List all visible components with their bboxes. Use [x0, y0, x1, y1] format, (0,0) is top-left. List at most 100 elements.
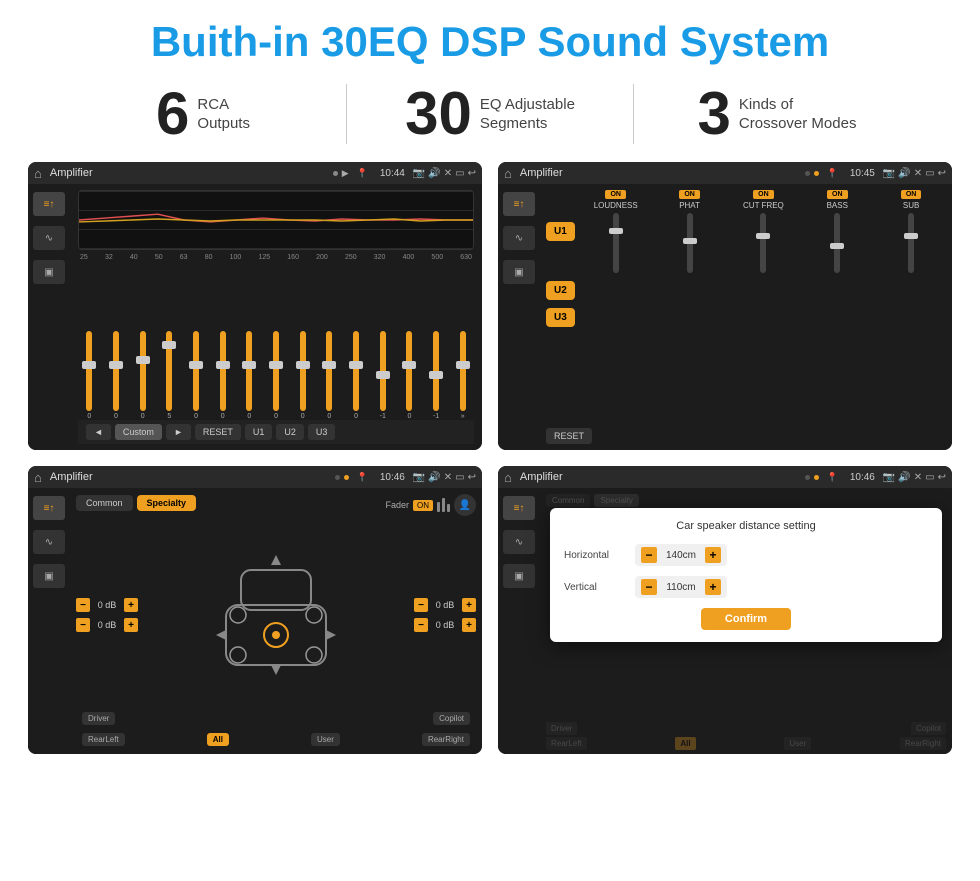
eq-icon-2[interactable]: ≡↑	[503, 192, 535, 216]
on-badge-bass[interactable]: ON	[827, 190, 848, 199]
slider-track[interactable]	[220, 331, 226, 411]
eq-icon[interactable]: ≡↑	[33, 192, 65, 216]
plus-btn-bl[interactable]: +	[124, 618, 138, 632]
slider-track[interactable]	[86, 331, 92, 411]
custom-button[interactable]: Custom	[115, 424, 162, 440]
bass-thumb[interactable]	[830, 243, 844, 249]
slider-thumb[interactable]	[82, 361, 96, 369]
back-icon-1[interactable]: ↩	[468, 168, 476, 179]
driver-btn[interactable]: Driver	[82, 712, 115, 725]
horizontal-plus[interactable]: +	[705, 547, 721, 563]
sub-thumb[interactable]	[904, 233, 918, 239]
slider-track[interactable]	[193, 331, 199, 411]
u2-button[interactable]: U2	[276, 424, 304, 440]
slider-track[interactable]	[166, 331, 172, 411]
reset-btn-2[interactable]: RESET	[546, 428, 592, 444]
u2-btn[interactable]: U2	[546, 281, 575, 300]
slider-thumb[interactable]	[376, 371, 390, 379]
screen2-sidebar: ≡↑ ∿ ▣	[498, 184, 540, 450]
on-badge-cutfreq[interactable]: ON	[753, 190, 774, 199]
wave-icon-3[interactable]: ∿	[33, 530, 65, 554]
home-icon-3[interactable]: ⌂	[34, 470, 42, 485]
loudness-thumb[interactable]	[609, 228, 623, 234]
all-btn[interactable]: All	[207, 733, 229, 746]
home-icon-4[interactable]: ⌂	[504, 470, 512, 485]
u1-button[interactable]: U1	[245, 424, 273, 440]
confirm-button[interactable]: Confirm	[701, 608, 791, 630]
speaker-icon[interactable]: ▣	[33, 260, 65, 284]
cutfreq-slider[interactable]	[760, 213, 766, 273]
slider-thumb[interactable]	[296, 361, 310, 369]
speaker-icon-3[interactable]: ▣	[33, 564, 65, 588]
slider-track[interactable]	[353, 331, 359, 411]
slider-thumb[interactable]	[109, 361, 123, 369]
slider-thumb[interactable]	[216, 361, 230, 369]
camera-icon-3: 📷	[413, 472, 425, 483]
vertical-minus[interactable]: −	[641, 579, 657, 595]
slider-track[interactable]	[273, 331, 279, 411]
slider-thumb[interactable]	[269, 361, 283, 369]
slider-thumb[interactable]	[322, 361, 336, 369]
back-icon-3[interactable]: ↩	[468, 472, 476, 483]
eq-icon-3[interactable]: ≡↑	[33, 496, 65, 520]
plus-btn-tl[interactable]: +	[124, 598, 138, 612]
next-button[interactable]: ►	[166, 424, 191, 440]
slider-thumb[interactable]	[349, 361, 363, 369]
fader-on[interactable]: ON	[413, 500, 433, 511]
minus-btn-br[interactable]: −	[414, 618, 428, 632]
slider-thumb[interactable]	[242, 361, 256, 369]
reset-button[interactable]: RESET	[195, 424, 241, 440]
user-btn[interactable]: User	[311, 733, 340, 746]
rearleft-btn[interactable]: RearLeft	[82, 733, 125, 746]
tab-specialty-3[interactable]: Specialty	[137, 495, 197, 511]
wave-icon[interactable]: ∿	[33, 226, 65, 250]
slider-thumb[interactable]	[189, 361, 203, 369]
sub-slider[interactable]	[908, 213, 914, 273]
wave-icon-4[interactable]: ∿	[503, 530, 535, 554]
home-icon-2[interactable]: ⌂	[504, 166, 512, 181]
u1-btn[interactable]: U1	[546, 222, 575, 241]
slider-track[interactable]	[326, 331, 332, 411]
eq-icon-4[interactable]: ≡↑	[503, 496, 535, 520]
prev-button[interactable]: ◄	[86, 424, 111, 440]
slider-track[interactable]	[246, 331, 252, 411]
phat-slider[interactable]	[687, 213, 693, 273]
on-badge-sub[interactable]: ON	[901, 190, 922, 199]
home-icon-1[interactable]: ⌂	[34, 166, 42, 181]
slider-track[interactable]	[113, 331, 119, 411]
rearright-btn[interactable]: RearRight	[422, 733, 470, 746]
slider-thumb[interactable]	[162, 341, 176, 349]
back-icon-2[interactable]: ↩	[938, 168, 946, 179]
phat-thumb[interactable]	[683, 238, 697, 244]
slider-thumb[interactable]	[456, 361, 470, 369]
tab-common-3[interactable]: Common	[76, 495, 133, 511]
slider-track[interactable]	[460, 331, 466, 411]
vertical-plus[interactable]: +	[705, 579, 721, 595]
plus-btn-tr[interactable]: +	[462, 598, 476, 612]
slider-track[interactable]	[406, 331, 412, 411]
on-badge-loudness[interactable]: ON	[605, 190, 626, 199]
bass-slider[interactable]	[834, 213, 840, 273]
wave-icon-2[interactable]: ∿	[503, 226, 535, 250]
slider-thumb[interactable]	[429, 371, 443, 379]
slider-track[interactable]	[433, 331, 439, 411]
slider-track[interactable]	[300, 331, 306, 411]
slider-track[interactable]	[140, 331, 146, 411]
slider-thumb[interactable]	[136, 356, 150, 364]
speaker-icon-2[interactable]: ▣	[503, 260, 535, 284]
minus-btn-tl[interactable]: −	[76, 598, 90, 612]
minus-btn-bl[interactable]: −	[76, 618, 90, 632]
loudness-slider[interactable]	[613, 213, 619, 273]
u3-btn[interactable]: U3	[546, 308, 575, 327]
on-badge-phat[interactable]: ON	[679, 190, 700, 199]
slider-thumb[interactable]	[402, 361, 416, 369]
back-icon-4[interactable]: ↩	[938, 472, 946, 483]
cutfreq-thumb[interactable]	[756, 233, 770, 239]
u3-button[interactable]: U3	[308, 424, 336, 440]
minus-btn-tr[interactable]: −	[414, 598, 428, 612]
copilot-btn[interactable]: Copilot	[433, 712, 470, 725]
horizontal-minus[interactable]: −	[641, 547, 657, 563]
slider-track[interactable]	[380, 331, 386, 411]
speaker-icon-4[interactable]: ▣	[503, 564, 535, 588]
plus-btn-br[interactable]: +	[462, 618, 476, 632]
